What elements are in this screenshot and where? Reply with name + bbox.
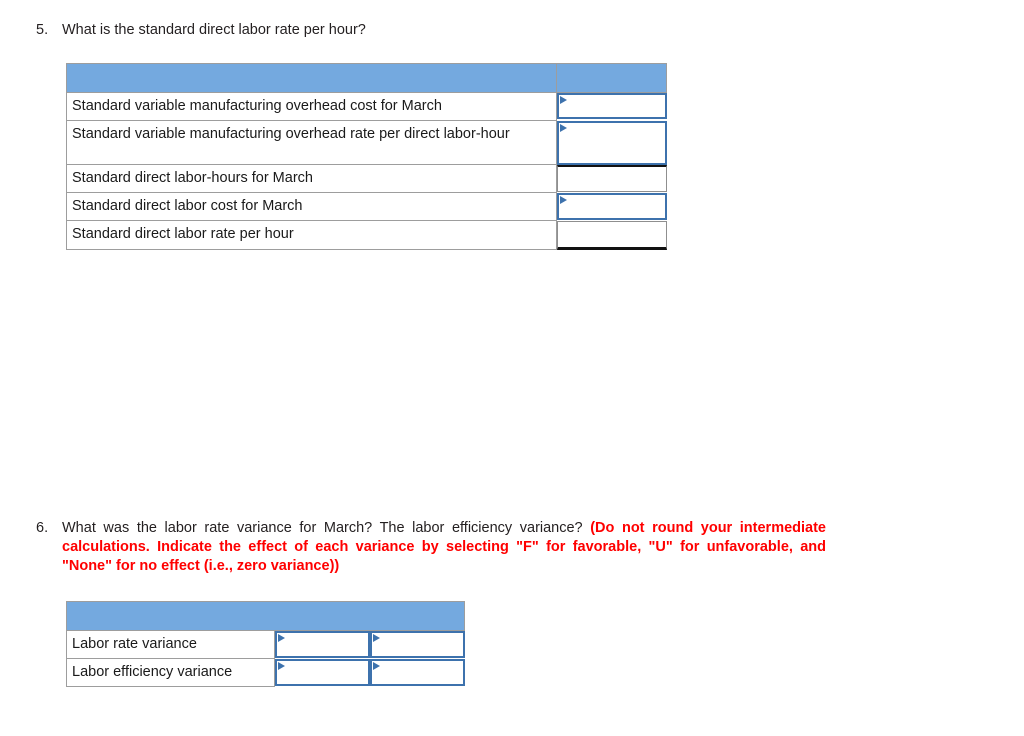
row-input-cell[interactable] <box>557 192 667 221</box>
table-header-row <box>66 63 667 93</box>
question-6-text-plain: What was the labor rate variance for Mar… <box>62 520 591 536</box>
row-input-cell[interactable] <box>557 164 667 193</box>
table-row: Standard direct labor-hours for March <box>66 164 667 193</box>
row-label: Standard variable manufacturing overhead… <box>66 92 557 121</box>
row-label: Standard direct labor-hours for March <box>66 164 557 193</box>
table-header-row <box>65 601 466 631</box>
row-input-cell[interactable] <box>557 93 667 121</box>
row-label: Standard direct labor rate per hour <box>66 220 557 250</box>
standards-input-2[interactable] <box>557 120 667 165</box>
labor-rate-variance-amount-input[interactable] <box>275 631 370 658</box>
standards-input-3[interactable] <box>557 164 667 192</box>
question-5-block: 5. What is the standard direct labor rat… <box>36 21 936 40</box>
standards-input-5[interactable] <box>557 220 667 250</box>
labor-efficiency-variance-effect-input[interactable] <box>369 658 465 686</box>
table-row: Labor rate variance <box>66 630 465 659</box>
labor-rate-variance-effect-input[interactable] <box>369 631 465 658</box>
row-input-cell-amount[interactable] <box>275 658 370 687</box>
labor-efficiency-variance-amount-input[interactable] <box>275 658 370 686</box>
row-input-cell[interactable] <box>557 220 667 250</box>
standards-answer-table: Standard variable manufacturing overhead… <box>66 63 667 250</box>
row-label: Standard direct labor cost for March <box>66 192 557 221</box>
table-row: Standard variable manufacturing overhead… <box>66 120 667 165</box>
row-input-cell-effect[interactable] <box>369 631 465 659</box>
standards-header-label <box>66 63 557 93</box>
row-label: Standard variable manufacturing overhead… <box>66 120 557 165</box>
question-5-number: 5. <box>36 22 49 38</box>
standards-input-1[interactable] <box>557 93 667 119</box>
standards-input-4[interactable] <box>557 192 667 220</box>
variances-header-label <box>65 601 466 631</box>
question-5-text: What is the standard direct labor rate p… <box>62 22 366 38</box>
row-input-cell[interactable] <box>557 120 667 165</box>
table-row: Standard direct labor cost for March <box>66 192 667 221</box>
table-row: Labor efficiency variance <box>66 658 465 687</box>
question-6-text: What was the labor rate variance for Mar… <box>62 519 826 576</box>
standards-header-value <box>556 63 667 93</box>
variances-answer-table: Labor rate variance Labor efficiency var… <box>65 601 466 687</box>
table-row: Standard variable manufacturing overhead… <box>66 92 667 121</box>
row-label: Labor efficiency variance <box>66 658 275 687</box>
table-row: Standard direct labor rate per hour <box>66 220 667 250</box>
row-input-cell-effect[interactable] <box>369 658 465 687</box>
row-label: Labor rate variance <box>66 630 275 659</box>
row-input-cell-amount[interactable] <box>275 631 370 659</box>
question-6-number: 6. <box>36 520 49 536</box>
question-6-block: 6. What was the labor rate variance for … <box>36 519 826 576</box>
